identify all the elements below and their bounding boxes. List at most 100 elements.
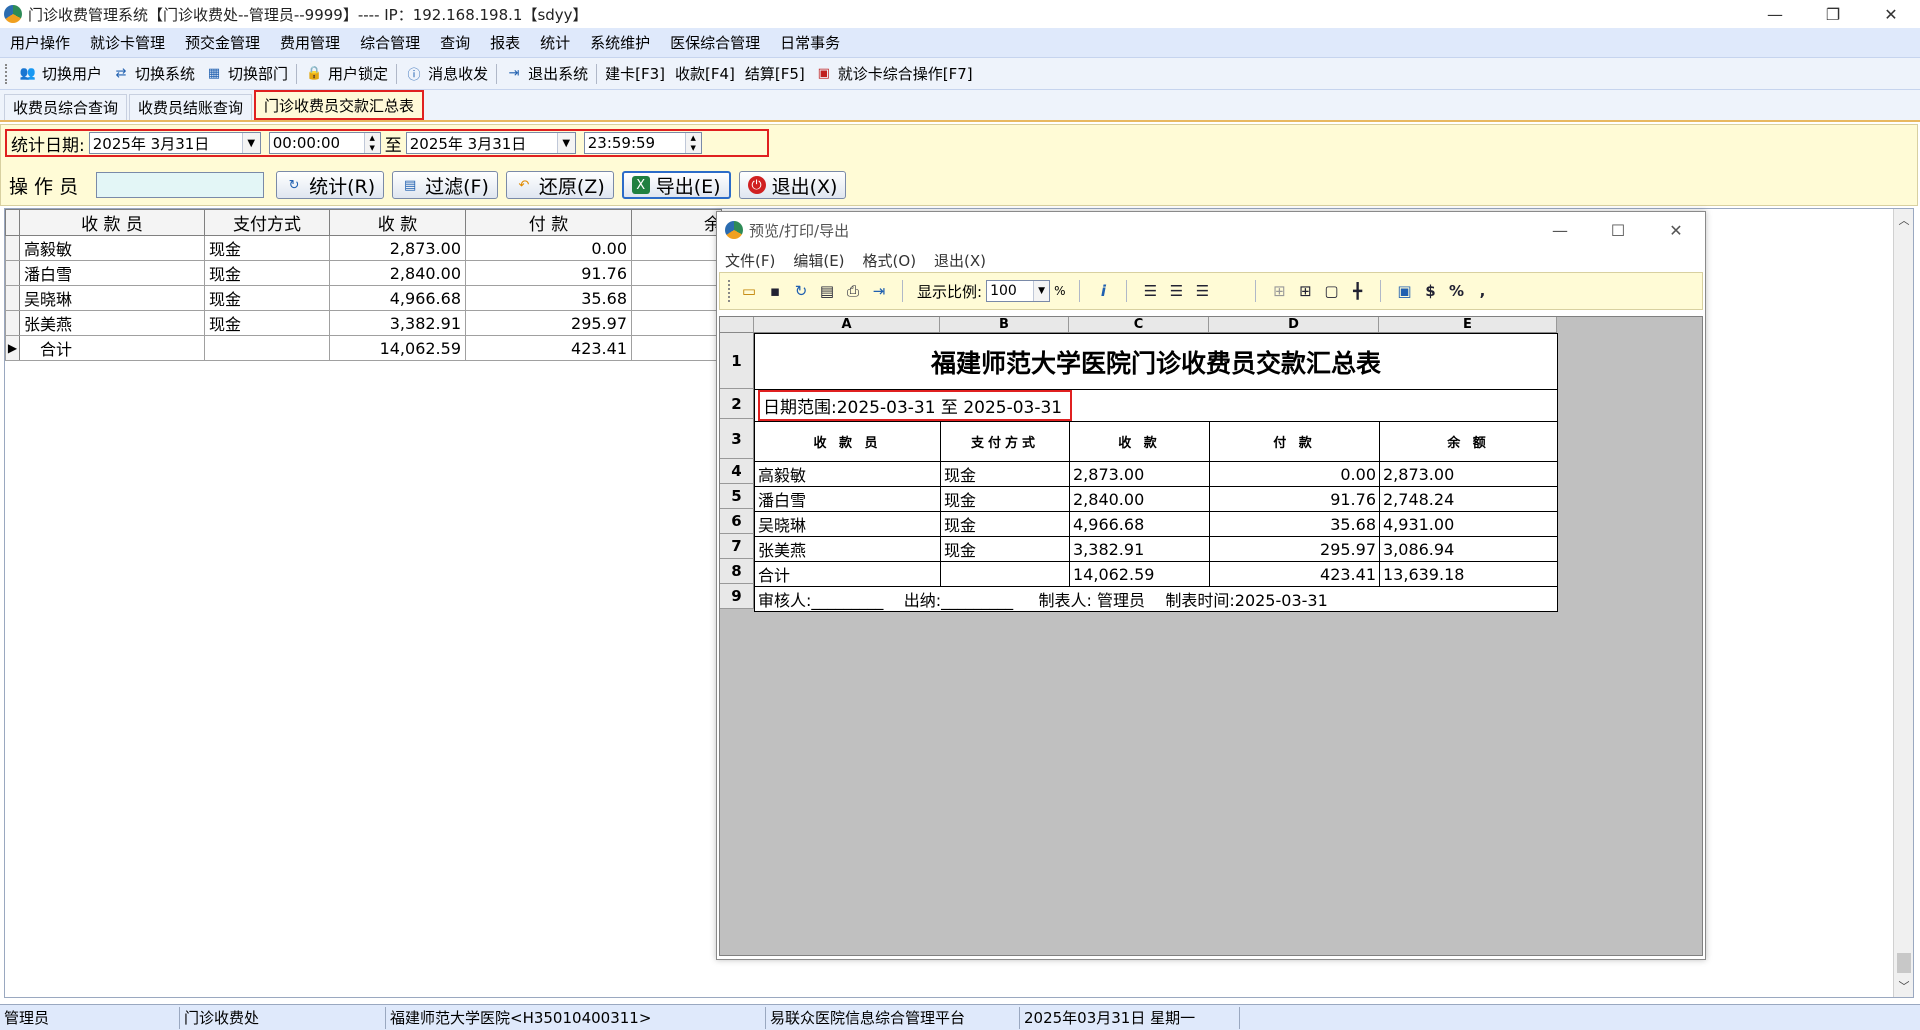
restore-button[interactable]: ❐: [1804, 0, 1862, 28]
report-cell-paytype: 现金: [940, 486, 1070, 512]
report-cell-cashier: 潘白雪: [754, 486, 941, 512]
table-row[interactable]: 潘白雪 现金 2,840.00 91.76: [5, 260, 722, 286]
chevron-down-icon[interactable]: ▼: [1033, 281, 1050, 301]
save-icon[interactable]: ▪: [762, 278, 788, 304]
preview-menu-format[interactable]: 格式(O): [863, 250, 917, 271]
spinner-arrows-icon[interactable]: ▲ ▼: [363, 133, 380, 153]
table-row[interactable]: 高毅敏 现金 2,873.00 0.00: [5, 235, 722, 261]
percent-icon[interactable]: %: [1443, 278, 1469, 304]
table-row[interactable]: 张美燕 现金 3,382.91 295.97: [5, 310, 722, 336]
preview-menu-edit[interactable]: 编辑(E): [793, 250, 844, 271]
menu-fee-mgmt[interactable]: 费用管理: [270, 32, 350, 53]
currency-icon[interactable]: $: [1417, 278, 1443, 304]
preview-minimize-button[interactable]: —: [1531, 212, 1589, 248]
minimize-button[interactable]: —: [1746, 0, 1804, 28]
col-header-cashier[interactable]: 收 款 员: [19, 209, 205, 236]
collect-button[interactable]: 收款[F4]: [670, 63, 740, 84]
col-header-balance[interactable]: 余: [631, 209, 722, 236]
scrollbar-thumb[interactable]: [1897, 953, 1911, 973]
report-cell-paid: 35.68: [1209, 511, 1380, 537]
exit-label: 退出(X): [771, 175, 838, 198]
menu-query[interactable]: 查询: [430, 32, 480, 53]
col-header-paytype[interactable]: 支付方式: [204, 209, 330, 236]
preview-menu-exit[interactable]: 退出(X): [934, 250, 986, 271]
border-inner-icon[interactable]: ╋: [1344, 278, 1370, 304]
menu-user-ops[interactable]: 用户操作: [0, 32, 80, 53]
user-lock-button[interactable]: 🔒 用户锁定: [300, 63, 393, 84]
menu-general-mgmt[interactable]: 综合管理: [350, 32, 430, 53]
menu-deposit-mgmt[interactable]: 预交金管理: [175, 32, 270, 53]
date-label: 统计日期:: [11, 135, 85, 156]
border-outer-icon[interactable]: ▢: [1318, 278, 1344, 304]
table-row-total[interactable]: ▶ 合计 14,062.59 423.41: [5, 335, 722, 361]
report-header-paytype: 支付方式: [940, 421, 1070, 462]
grid-format-icon[interactable]: ▣: [1391, 278, 1417, 304]
col-header-received[interactable]: 收 款: [329, 209, 466, 236]
open-folder-icon[interactable]: ▭: [736, 278, 762, 304]
info-icon[interactable]: i: [1090, 278, 1116, 304]
zoom-select[interactable]: 100 ▼: [986, 280, 1051, 302]
menu-daily[interactable]: 日常事务: [770, 32, 850, 53]
grid-vertical-scrollbar[interactable]: ︿ ﹀: [1893, 209, 1913, 997]
menu-system-maint[interactable]: 系统维护: [580, 32, 660, 53]
menu-card-mgmt[interactable]: 就诊卡管理: [80, 32, 175, 53]
print-icon[interactable]: ⎙: [840, 278, 866, 304]
cell-balance: [631, 335, 722, 361]
refresh-icon[interactable]: ↻: [788, 278, 814, 304]
align-right-icon[interactable]: ☰: [1189, 278, 1215, 304]
status-date: 2025年03月31日 星期一: [1020, 1006, 1240, 1029]
tab-cashier-query[interactable]: 收费员综合查询: [4, 94, 128, 120]
menu-insurance[interactable]: 医保综合管理: [660, 32, 770, 53]
exit-system-button[interactable]: ⇥ 退出系统: [500, 63, 593, 84]
operator-input[interactable]: [96, 172, 265, 198]
align-center-icon[interactable]: ☰: [1163, 278, 1189, 304]
print-preview-icon[interactable]: ▤: [814, 278, 840, 304]
cell-balance: [631, 285, 722, 311]
restore-data-button[interactable]: ↶ 还原(Z): [505, 171, 614, 199]
export-button[interactable]: X 导出(E): [621, 171, 731, 199]
end-time-spinner[interactable]: 23:59:59 ▲ ▼: [583, 132, 702, 154]
border-all-icon[interactable]: ⊞: [1292, 278, 1318, 304]
message-button[interactable]: ⓘ 消息收发: [400, 63, 493, 84]
col-header-paid[interactable]: 付 款: [465, 209, 632, 236]
end-date-picker[interactable]: 2025年 3月31日 ▼: [405, 132, 576, 154]
switch-user-button[interactable]: 👥 切换用户: [14, 63, 107, 84]
comma-icon[interactable]: ,: [1469, 278, 1495, 304]
col-letter-d: D: [1209, 317, 1379, 332]
cell-received: 4,966.68: [329, 285, 466, 311]
switch-system-button[interactable]: ⇄ 切换系统: [107, 63, 200, 84]
toolbar-separator: [1126, 280, 1128, 302]
table-row[interactable]: 吴晓琳 现金 4,966.68 35.68: [5, 285, 722, 311]
preview-close-button[interactable]: ✕: [1647, 212, 1705, 248]
spinner-arrows-icon[interactable]: ▲ ▼: [684, 133, 701, 153]
build-card-button[interactable]: 建卡[F3]: [600, 63, 670, 84]
start-date-picker[interactable]: 2025年 3月31日 ▼: [88, 132, 261, 154]
report-cell-received: 2,873.00: [1069, 461, 1210, 487]
report-row: 张美燕 现金 3,382.91 295.97 3,086.94: [754, 536, 1558, 562]
preview-menu-file[interactable]: 文件(F): [725, 250, 775, 271]
chevron-up-icon[interactable]: ︿: [1894, 211, 1914, 229]
menu-statistics[interactable]: 统计: [530, 32, 580, 53]
exit-button[interactable]: ⏻ 退出(X): [738, 171, 847, 199]
preview-maximize-button[interactable]: ☐: [1589, 212, 1647, 248]
stat-button[interactable]: ↻ 统计(R): [276, 171, 385, 199]
tab-cashier-settlement[interactable]: 收费员结账查询: [129, 94, 253, 120]
chevron-down-icon[interactable]: ﹀: [1894, 977, 1914, 995]
cell-cashier: 张美燕: [19, 310, 205, 336]
settle-button[interactable]: 结算[F5]: [740, 63, 810, 84]
align-left-icon[interactable]: ☰: [1137, 278, 1163, 304]
switch-dept-button[interactable]: ▦ 切换部门: [200, 63, 293, 84]
border-none-icon[interactable]: ⊞: [1266, 278, 1292, 304]
report-sheet[interactable]: A B C D E 1 2 3 4 5 6 7 8 9 福建师范大学医院门诊收费…: [719, 316, 1703, 956]
chevron-down-icon[interactable]: ▼: [556, 133, 575, 153]
export-icon[interactable]: ⇥: [866, 278, 892, 304]
report-date-row: 日期范围:2025-03-31 至 2025-03-31: [754, 389, 1558, 422]
close-button[interactable]: ✕: [1862, 0, 1920, 28]
filter-button[interactable]: ▤ 过滤(F): [392, 171, 498, 199]
menu-report[interactable]: 报表: [480, 32, 530, 53]
card-ops-button[interactable]: ▣ 就诊卡综合操作[F7]: [810, 63, 978, 84]
tab-payment-summary[interactable]: 门诊收费员交款汇总表: [254, 90, 425, 120]
report-title: 福建师范大学医院门诊收费员交款汇总表: [754, 333, 1558, 390]
start-time-spinner[interactable]: 00:00:00 ▲ ▼: [268, 132, 381, 154]
chevron-down-icon[interactable]: ▼: [241, 133, 260, 153]
